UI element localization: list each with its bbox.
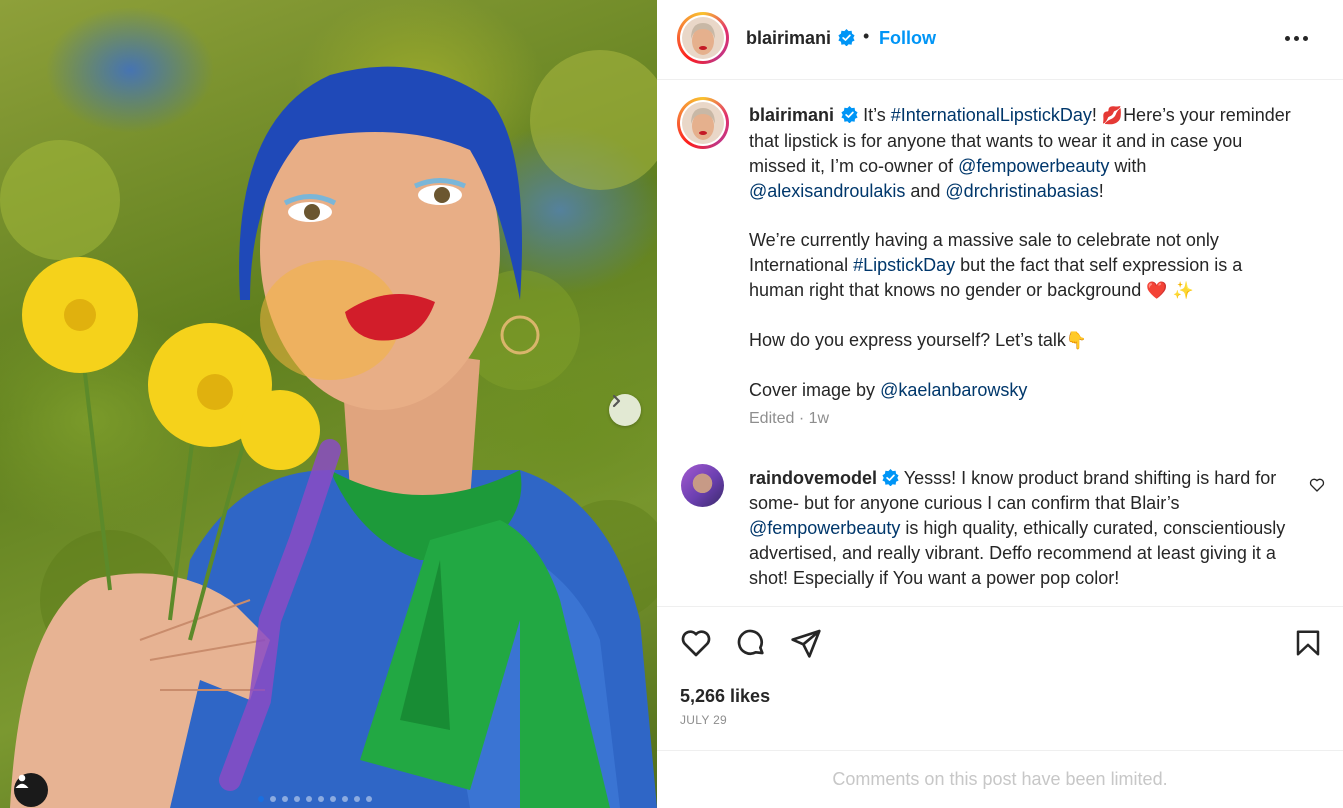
carousel-dot	[270, 796, 276, 802]
caption-username[interactable]: blairimani	[749, 105, 834, 125]
commenter-avatar[interactable]	[681, 464, 724, 507]
carousel-dot	[354, 796, 360, 802]
post-header: blairimani • Follow	[657, 0, 1343, 80]
likes-count[interactable]: 5,266 likes	[680, 686, 770, 707]
verified-badge-icon	[838, 29, 855, 46]
author-avatar[interactable]	[677, 12, 729, 64]
commenter-username[interactable]: raindovemodel	[749, 468, 877, 488]
comment-text: raindovemodel Yesss! I know product bran…	[749, 468, 1286, 588]
point-down-emoji: 👇	[1065, 331, 1087, 351]
carousel-dot	[282, 796, 288, 802]
more-options-button[interactable]	[1285, 36, 1308, 41]
post-date[interactable]: JULY 29	[680, 713, 727, 727]
more-icon	[1285, 36, 1290, 41]
author-username[interactable]: blairimani	[746, 28, 831, 49]
post-caption: blairimani It’s #InternationalLipstickDa…	[749, 105, 1291, 400]
user-tag-icon	[15, 774, 29, 788]
comment-like-button[interactable]	[1309, 477, 1325, 498]
carousel-dot	[318, 796, 324, 802]
lips-emoji: 💋	[1101, 106, 1124, 126]
separator-dot: •	[863, 26, 870, 46]
follow-button[interactable]: Follow	[879, 28, 936, 49]
like-button[interactable]	[679, 626, 713, 660]
share-button[interactable]	[789, 626, 823, 660]
carousel-dot	[330, 796, 336, 802]
carousel-dot	[366, 796, 372, 802]
heart-icon	[1309, 478, 1325, 492]
mention-link[interactable]: @fempowerbeauty	[958, 156, 1109, 176]
verified-badge-icon	[841, 106, 858, 123]
user-tag-button[interactable]	[14, 773, 48, 807]
hashtag-link[interactable]: #LipstickDay	[853, 255, 955, 275]
carousel-indicator	[258, 796, 372, 802]
save-button[interactable]	[1291, 626, 1325, 660]
post-image[interactable]	[0, 0, 657, 808]
heart-sparkle-emoji: ❤️ ✨	[1146, 281, 1194, 301]
mention-link[interactable]: @fempowerbeauty	[749, 518, 900, 538]
share-icon	[791, 629, 821, 658]
post-actions: 5,266 likes JULY 29	[657, 606, 1343, 750]
mention-link[interactable]: @alexisandroulakis	[749, 181, 905, 201]
hashtag-link[interactable]: #InternationalLipstickDay	[891, 105, 1092, 125]
carousel-dot	[294, 796, 300, 802]
comments-scroll-area[interactable]: blairimani It’s #InternationalLipstickDa…	[657, 81, 1343, 606]
heart-icon	[681, 630, 711, 657]
avatar-image	[682, 17, 724, 59]
carousel-dot	[306, 796, 312, 802]
mention-link[interactable]: @drchristinabasias	[945, 181, 1098, 201]
mention-link[interactable]: @kaelanbarowsky	[880, 380, 1027, 400]
caption-meta: Edited · 1w	[749, 410, 830, 427]
next-slide-button[interactable]	[609, 394, 641, 426]
portrait-illustration	[0, 50, 657, 808]
comments-limited-notice: Comments on this post have been limited.	[657, 750, 1343, 808]
save-icon	[1296, 630, 1320, 656]
post-details-panel: blairimani • Follow blairimani It’s #Int…	[657, 0, 1343, 808]
chevron-right-icon	[612, 394, 621, 408]
caption-avatar[interactable]	[677, 97, 729, 149]
comment-button[interactable]	[734, 626, 768, 660]
carousel-dot	[342, 796, 348, 802]
verified-badge-icon	[882, 469, 899, 486]
comment-icon	[737, 629, 764, 655]
carousel-dot	[258, 796, 264, 802]
